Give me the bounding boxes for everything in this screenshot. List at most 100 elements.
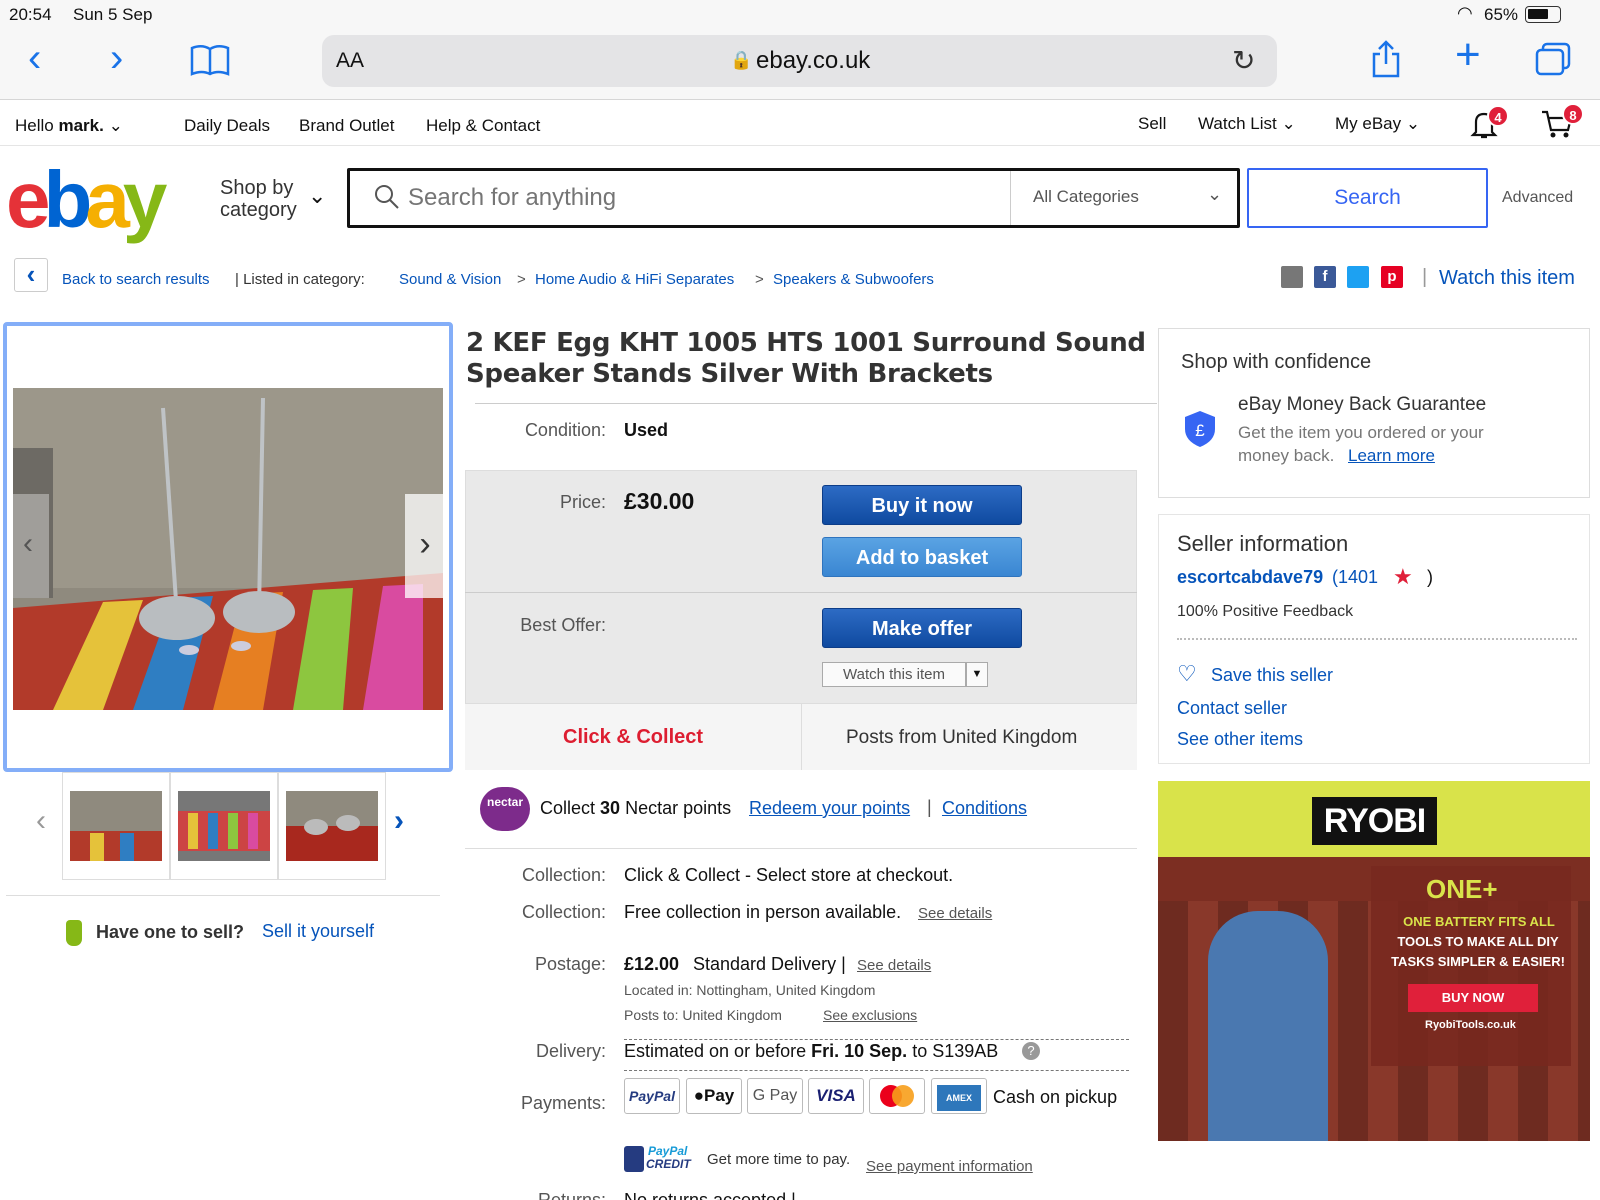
share-icon[interactable] [1370, 40, 1402, 83]
divider [475, 403, 1157, 404]
paypal-p-icon [624, 1146, 644, 1172]
ad-line-3: TASKS SIMPLER & EASIER! [1391, 954, 1565, 969]
product-image[interactable] [13, 388, 443, 710]
breadcrumb-item-speakers[interactable]: Speakers & Subwoofers [773, 271, 934, 288]
payments-label: Payments: [520, 1093, 606, 1113]
thumbs-next-icon[interactable]: › [394, 804, 404, 838]
greeting[interactable]: Hello mark. ⌄ [15, 116, 123, 136]
google-pay-icon: G Pay [747, 1078, 803, 1114]
thumbs-prev-icon[interactable]: ‹ [36, 804, 46, 838]
divider [624, 1070, 1129, 1071]
email-share-icon[interactable] [1281, 266, 1303, 288]
ad-line-2: TOOLS TO MAKE ALL DIY [1397, 934, 1559, 949]
help-icon[interactable]: ? [1022, 1042, 1040, 1060]
postage-see-details-link[interactable]: See details [857, 957, 931, 974]
add-to-basket-button[interactable]: Add to basket [822, 537, 1022, 577]
brand-outlet-link[interactable]: Brand Outlet [299, 116, 394, 136]
thumbnail-3[interactable] [278, 772, 386, 880]
conditions-link[interactable]: Conditions [942, 798, 1027, 819]
condition-label: Condition: [524, 420, 606, 440]
category-select-value: All Categories [1033, 187, 1139, 206]
redeem-points-link[interactable]: Redeem your points [749, 798, 910, 819]
thumbnail-1[interactable] [62, 772, 170, 880]
contact-seller-link[interactable]: Contact seller [1177, 698, 1287, 719]
paypal-icon: PayPal [624, 1078, 680, 1114]
facebook-icon[interactable]: f [1314, 266, 1336, 288]
chevron-down-icon[interactable]: ⌄ [308, 183, 326, 209]
see-payment-info-link[interactable]: See payment information [866, 1158, 1033, 1175]
watch-item-button[interactable]: Watch this item [822, 662, 966, 687]
guarantee-title: eBay Money Back Guarantee [1238, 394, 1487, 415]
price-value: £30.00 [624, 488, 695, 514]
category-select[interactable]: All Categories ⌄ [1010, 171, 1240, 225]
breadcrumb-item-sound-vision[interactable]: Sound & Vision [399, 271, 501, 288]
best-offer-label: Best Offer: [520, 615, 606, 635]
bookmarks-icon[interactable] [190, 44, 230, 83]
ad-buy-now-button[interactable]: BUY NOW [1408, 984, 1538, 1012]
daily-deals-link[interactable]: Daily Deals [184, 116, 270, 136]
pinterest-icon[interactable]: p [1381, 266, 1403, 288]
seller-name-link[interactable]: escortcabdave79 [1177, 567, 1323, 588]
reload-icon[interactable]: ↻ [1232, 44, 1255, 77]
new-tab-icon[interactable]: + [1455, 30, 1481, 80]
main-image-viewer[interactable]: ‹ › [3, 322, 453, 772]
nectar-logo: nectar [480, 787, 530, 831]
learn-more-link[interactable]: Learn more [1348, 446, 1435, 466]
postage-type: Standard Delivery | [693, 954, 846, 974]
shield-icon: £ [1183, 409, 1217, 454]
chevron-down-icon: ⌄ [1405, 114, 1421, 133]
tabs-icon[interactable] [1535, 42, 1571, 81]
reader-text-size-button[interactable]: AA [336, 49, 364, 73]
next-image-button[interactable]: › [405, 494, 445, 598]
buy-it-now-button[interactable]: Buy it now [822, 485, 1022, 525]
sell-it-yourself-link[interactable]: Sell it yourself [262, 921, 374, 942]
sell-link[interactable]: Sell [1138, 114, 1166, 134]
lock-icon: 🔒 [730, 50, 753, 70]
make-offer-button[interactable]: Make offer [822, 608, 1022, 648]
back-arrow-icon[interactable]: ‹ [14, 258, 48, 292]
feedback-count-link[interactable]: (1401 [1332, 567, 1378, 588]
ryobi-logo: RYOBI [1312, 797, 1437, 845]
chevron-down-icon: ⌄ [1281, 114, 1296, 133]
search-button[interactable]: Search [1247, 168, 1488, 228]
twitter-icon[interactable] [1347, 266, 1369, 288]
url-text[interactable]: ebay.co.uk [756, 47, 870, 75]
battery-percent: 65% [1484, 5, 1519, 24]
user-name: mark. [58, 116, 104, 135]
posts-from-label: Posts from United Kingdom [846, 727, 1078, 748]
ebay-logo[interactable]: ebay [6, 160, 167, 240]
watch-dropdown-icon[interactable]: ▼ [966, 662, 988, 687]
forward-icon[interactable]: › [110, 36, 123, 81]
search-icon [374, 184, 400, 215]
delivery-pre: Estimated on or before [624, 1041, 807, 1061]
prev-image-button[interactable]: ‹ [7, 494, 49, 598]
save-seller-link[interactable]: Save this seller [1211, 665, 1333, 686]
person-figure [1208, 911, 1328, 1141]
notification-badge: 4 [1487, 105, 1509, 127]
item-title: 2 KEF Egg KHT 1005 HTS 1001 Surround Sou… [466, 328, 1146, 389]
help-contact-link[interactable]: Help & Contact [426, 116, 540, 136]
my-ebay-menu[interactable]: My eBay ⌄ [1335, 114, 1420, 134]
guarantee-desc-2: money back. [1238, 446, 1335, 465]
breadcrumb-item-home-audio[interactable]: Home Audio & HiFi Separates [535, 271, 734, 288]
watch-item-link[interactable]: Watch this item [1439, 267, 1575, 290]
back-icon[interactable]: ‹ [28, 36, 41, 81]
address-bar[interactable]: AA 🔒 ebay.co.uk ↻ [322, 35, 1277, 87]
back-to-results-link[interactable]: Back to search results [62, 271, 210, 288]
collection-see-details-link[interactable]: See details [918, 905, 992, 922]
greeting-text: Hello [15, 116, 54, 135]
browser-toolbar: ‹ › AA 🔒 ebay.co.uk ↻ + [0, 28, 1600, 100]
thumbnail-2[interactable] [170, 772, 278, 880]
see-exclusions-link[interactable]: See exclusions [823, 1007, 917, 1023]
heart-icon[interactable]: ♡ [1177, 661, 1197, 687]
click-collect-label: Click & Collect [563, 726, 704, 748]
delivery-date: Fri. 10 Sep. [811, 1041, 908, 1061]
advanced-search-link[interactable]: Advanced [1502, 189, 1573, 207]
shop-by-category[interactable]: Shop by category [220, 177, 297, 221]
ryobi-advertisement[interactable]: RYOBI ONE+ ONE BATTERY FITS ALL TOOLS TO… [1158, 781, 1590, 1141]
see-other-items-link[interactable]: See other items [1177, 729, 1303, 750]
watch-list-menu[interactable]: Watch List ⌄ [1198, 114, 1296, 134]
divider [801, 703, 802, 770]
apple-pay-text: Pay [704, 1086, 735, 1105]
search-input[interactable] [408, 179, 978, 217]
